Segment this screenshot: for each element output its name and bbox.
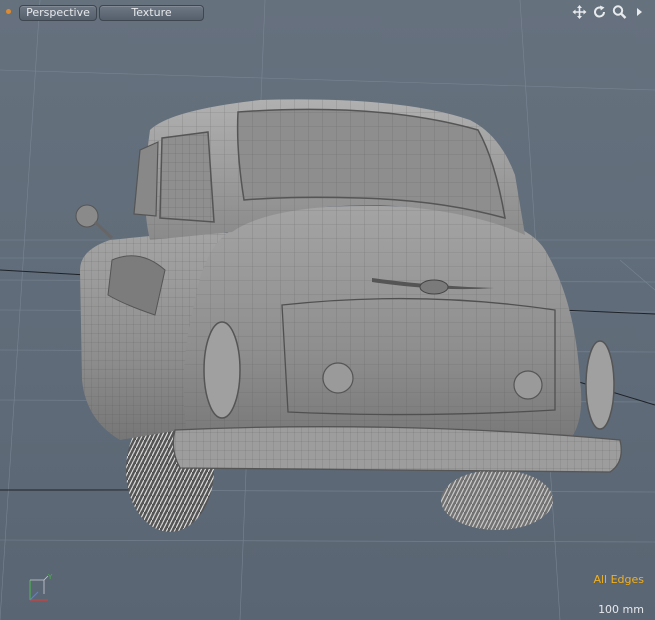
rotate-view-icon[interactable] (592, 4, 607, 20)
axis-gizmo: Y (29, 573, 53, 601)
viewport-menu-dot-icon[interactable] (6, 9, 11, 14)
selection-mode-status: All Edges (593, 573, 644, 586)
shading-mode-button[interactable]: Texture (99, 5, 204, 21)
view-type-button[interactable]: Perspective (19, 5, 97, 21)
viewport-menu-arrow-icon[interactable] (632, 4, 647, 20)
axis-y-label: Y (47, 573, 53, 581)
grid-scale-readout: 100 mm (598, 603, 644, 616)
viewport-toolbar: Perspective Texture (0, 0, 655, 24)
zoom-view-icon[interactable] (612, 4, 627, 20)
move-view-icon[interactable] (572, 4, 587, 20)
viewport-nav-icons (572, 4, 647, 20)
3d-viewport[interactable]: Perspective Texture Y All Edges 100 mm (0, 0, 655, 620)
car-model[interactable] (75, 99, 622, 532)
scene-canvas[interactable] (0, 0, 655, 620)
